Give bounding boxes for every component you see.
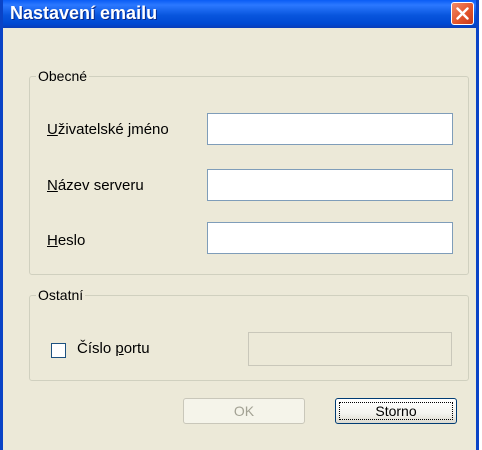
close-button[interactable] xyxy=(451,2,474,25)
general-group-legend: Obecné xyxy=(38,68,88,84)
password-field[interactable] xyxy=(207,222,453,254)
title-bar[interactable]: Nastavení emailu xyxy=(3,0,476,28)
username-input[interactable] xyxy=(208,114,452,144)
window-title: Nastavení emailu xyxy=(10,3,158,23)
cancel-button[interactable]: Storno xyxy=(335,398,457,424)
other-group-legend: Ostatní xyxy=(38,287,84,303)
password-label: Heslo xyxy=(47,232,86,249)
ok-button-label: OK xyxy=(233,403,255,419)
email-settings-dialog: Nastavení emailu Obecné Uživatelské jmén… xyxy=(0,0,479,450)
focus-rectangle: Storno xyxy=(339,402,453,420)
port-checkbox[interactable] xyxy=(51,343,66,358)
server-label: Název serveru xyxy=(47,177,144,194)
username-label: Uživatelské jméno xyxy=(47,121,169,138)
username-field[interactable] xyxy=(207,113,453,145)
port-checkbox-label[interactable]: Číslo portu xyxy=(77,340,150,357)
port-field[interactable] xyxy=(248,332,452,366)
ok-button[interactable]: OK xyxy=(183,398,305,424)
server-input[interactable] xyxy=(208,170,452,200)
close-icon xyxy=(456,7,469,20)
cancel-button-label: Storno xyxy=(375,403,417,419)
port-input[interactable] xyxy=(249,333,451,365)
password-input[interactable] xyxy=(208,223,452,253)
server-field[interactable] xyxy=(207,169,453,201)
